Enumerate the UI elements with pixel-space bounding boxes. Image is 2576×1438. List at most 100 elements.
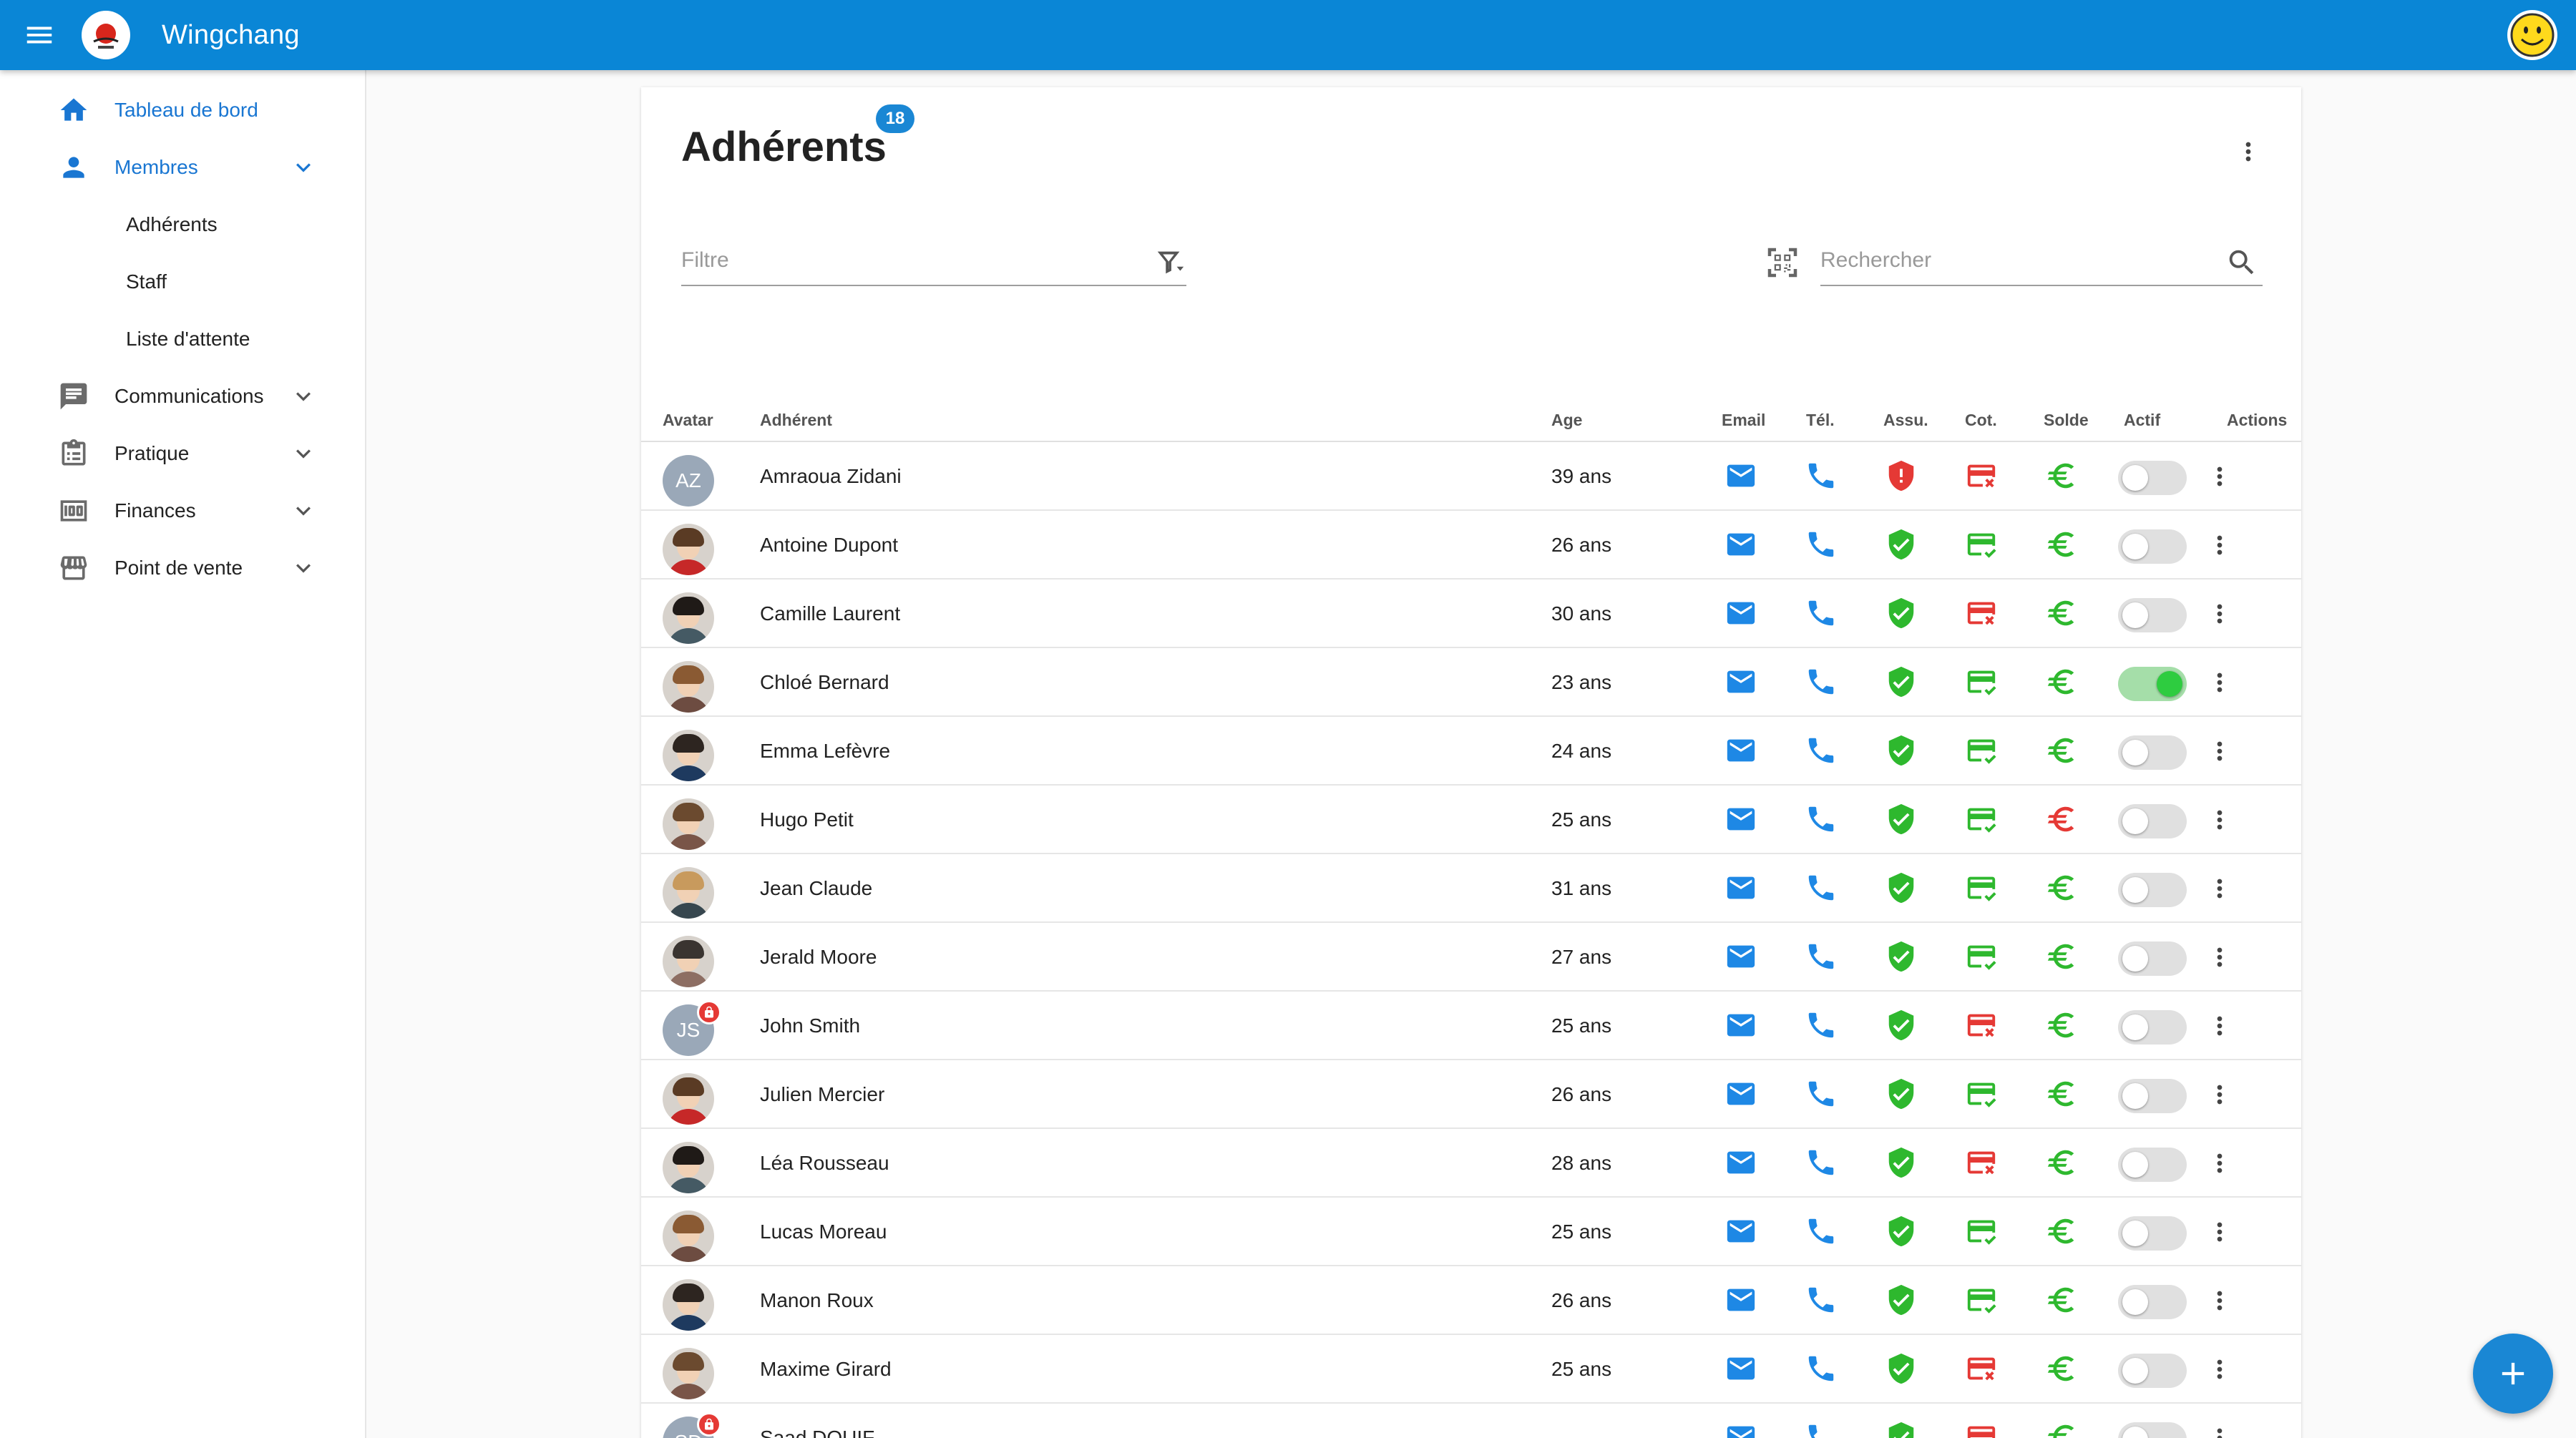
col-avatar[interactable]: Avatar xyxy=(663,411,713,430)
row-menu-button[interactable] xyxy=(2205,806,2234,834)
card-check-icon[interactable] xyxy=(1965,940,1998,973)
shield-check-icon[interactable] xyxy=(1885,734,1918,767)
avatar[interactable] xyxy=(663,1348,714,1399)
col-phone[interactable]: Tél. xyxy=(1806,411,1835,430)
euro-icon[interactable] xyxy=(2045,940,2078,973)
card-check-icon[interactable] xyxy=(1965,1283,1998,1316)
phone-icon[interactable] xyxy=(1805,940,1838,973)
avatar[interactable] xyxy=(663,1210,714,1262)
mail-icon[interactable] xyxy=(1724,459,1757,492)
avatar[interactable] xyxy=(663,661,714,713)
phone-icon[interactable] xyxy=(1805,665,1838,698)
table-row[interactable]: Jerald Moore 27 ans xyxy=(641,923,2301,992)
active-toggle[interactable] xyxy=(2118,1148,2187,1182)
table-row[interactable]: SD Saad DOUIF -- xyxy=(641,1404,2301,1438)
shield-check-icon[interactable] xyxy=(1885,1077,1918,1110)
shield-check-icon[interactable] xyxy=(1885,940,1918,973)
menu-button[interactable] xyxy=(0,0,79,70)
table-row[interactable]: Chloé Bernard 23 ans xyxy=(641,648,2301,717)
card-check-icon[interactable] xyxy=(1965,528,1998,561)
avatar[interactable] xyxy=(663,867,714,919)
table-row[interactable]: Antoine Dupont 26 ans xyxy=(641,511,2301,579)
row-menu-button[interactable] xyxy=(2205,737,2234,766)
card-x-icon[interactable] xyxy=(1965,1421,1998,1438)
active-toggle[interactable] xyxy=(2118,667,2187,701)
col-dues[interactable]: Cot. xyxy=(1965,411,1997,430)
row-menu-button[interactable] xyxy=(2205,1012,2234,1040)
member-name[interactable]: Manon Roux xyxy=(760,1289,874,1312)
row-menu-button[interactable] xyxy=(2205,1355,2234,1384)
euro-icon[interactable] xyxy=(2045,1215,2078,1248)
card-check-icon[interactable] xyxy=(1965,871,1998,904)
search-input[interactable] xyxy=(1820,239,2263,282)
member-name[interactable]: Léa Rousseau xyxy=(760,1152,889,1175)
row-menu-button[interactable] xyxy=(2205,1424,2234,1438)
member-name[interactable]: Jean Claude xyxy=(760,877,872,900)
shield-check-icon[interactable] xyxy=(1885,1009,1918,1042)
phone-icon[interactable] xyxy=(1805,1009,1838,1042)
phone-icon[interactable] xyxy=(1805,1352,1838,1385)
row-menu-button[interactable] xyxy=(2205,1080,2234,1109)
card-check-icon[interactable] xyxy=(1965,665,1998,698)
euro-icon[interactable] xyxy=(2045,1352,2078,1385)
member-name[interactable]: Maxime Girard xyxy=(760,1358,892,1381)
avatar[interactable] xyxy=(663,798,714,850)
card-x-icon[interactable] xyxy=(1965,1352,1998,1385)
table-row[interactable]: Hugo Petit 25 ans xyxy=(641,786,2301,854)
row-menu-button[interactable] xyxy=(2205,668,2234,697)
user-avatar[interactable] xyxy=(2507,10,2557,60)
shield-check-icon[interactable] xyxy=(1885,597,1918,630)
shield-check-icon[interactable] xyxy=(1885,1352,1918,1385)
app-logo[interactable] xyxy=(82,11,130,59)
euro-icon[interactable] xyxy=(2045,871,2078,904)
member-name[interactable]: Lucas Moreau xyxy=(760,1221,887,1243)
euro-icon[interactable] xyxy=(2045,528,2078,561)
phone-icon[interactable] xyxy=(1805,1146,1838,1179)
phone-icon[interactable] xyxy=(1805,803,1838,836)
row-menu-button[interactable] xyxy=(2205,1218,2234,1246)
card-x-icon[interactable] xyxy=(1965,1146,1998,1179)
euro-icon[interactable] xyxy=(2045,665,2078,698)
active-toggle[interactable] xyxy=(2118,735,2187,770)
member-name[interactable]: Saad DOUIF xyxy=(760,1427,874,1438)
member-name[interactable]: Jerald Moore xyxy=(760,946,877,969)
card-x-icon[interactable] xyxy=(1965,459,1998,492)
avatar[interactable] xyxy=(663,1279,714,1331)
mail-icon[interactable] xyxy=(1724,1215,1757,1248)
card-check-icon[interactable] xyxy=(1965,734,1998,767)
col-insurance[interactable]: Assu. xyxy=(1883,411,1928,430)
member-name[interactable]: Emma Lefèvre xyxy=(760,740,890,763)
avatar[interactable] xyxy=(663,936,714,987)
avatar[interactable]: JS xyxy=(663,1000,721,1056)
shield-alert-icon[interactable] xyxy=(1885,459,1918,492)
avatar[interactable] xyxy=(663,524,714,575)
active-toggle[interactable] xyxy=(2118,941,2187,976)
mail-icon[interactable] xyxy=(1724,1283,1757,1316)
card-menu-button[interactable] xyxy=(2234,137,2263,172)
phone-icon[interactable] xyxy=(1805,1077,1838,1110)
shield-check-icon[interactable] xyxy=(1885,1421,1918,1438)
active-toggle[interactable] xyxy=(2118,1010,2187,1045)
shield-check-icon[interactable] xyxy=(1885,665,1918,698)
table-row[interactable]: AZ Amraoua Zidani 39 ans xyxy=(641,442,2301,511)
mail-icon[interactable] xyxy=(1724,1352,1757,1385)
sidebar-item-communications[interactable]: Communications xyxy=(0,368,365,425)
phone-icon[interactable] xyxy=(1805,1283,1838,1316)
member-name[interactable]: Antoine Dupont xyxy=(760,534,898,557)
euro-icon[interactable] xyxy=(2045,459,2078,492)
row-menu-button[interactable] xyxy=(2205,1149,2234,1178)
avatar[interactable] xyxy=(663,592,714,644)
card-check-icon[interactable] xyxy=(1965,803,1998,836)
add-member-button[interactable] xyxy=(2473,1334,2553,1414)
mail-icon[interactable] xyxy=(1724,1421,1757,1438)
mail-icon[interactable] xyxy=(1724,665,1757,698)
active-toggle[interactable] xyxy=(2118,529,2187,564)
shield-check-icon[interactable] xyxy=(1885,1283,1918,1316)
mail-icon[interactable] xyxy=(1724,597,1757,630)
active-toggle[interactable] xyxy=(2118,598,2187,632)
row-menu-button[interactable] xyxy=(2205,1286,2234,1315)
sidebar-item-members[interactable]: Membres xyxy=(0,139,365,196)
search-icon[interactable] xyxy=(2225,246,2258,279)
col-member[interactable]: Adhérent xyxy=(760,411,832,430)
table-row[interactable]: Jean Claude 31 ans xyxy=(641,854,2301,923)
